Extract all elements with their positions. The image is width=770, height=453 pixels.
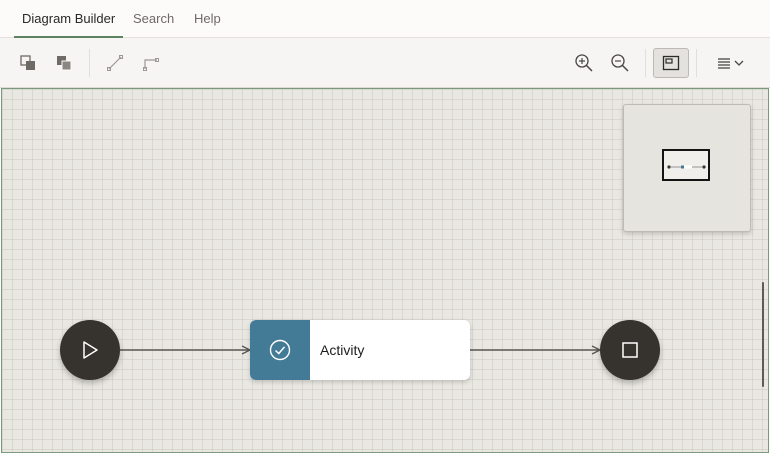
zoom-out-button[interactable] — [606, 49, 634, 77]
activity-node[interactable]: Activity — [250, 320, 470, 380]
arrange-back-icon — [20, 55, 35, 70]
toolbar-divider — [89, 49, 90, 77]
toolbar-divider — [696, 49, 697, 77]
overview-viewport[interactable] — [662, 149, 710, 181]
play-icon — [83, 341, 98, 359]
arrange-front-button[interactable] — [50, 49, 78, 77]
overview-toggle-button[interactable] — [653, 48, 689, 78]
zoom-out-icon — [611, 54, 629, 72]
toolbar — [0, 38, 770, 88]
arrange-front-icon — [57, 56, 72, 71]
activity-icon-box — [250, 320, 310, 380]
arrange-back-button[interactable] — [14, 49, 42, 77]
straight-connector-icon — [107, 55, 123, 71]
elbow-connector-button[interactable] — [137, 49, 165, 77]
diagram-canvas[interactable]: Activity — [1, 88, 769, 453]
tab-help[interactable]: Help — [194, 0, 221, 38]
straight-connector-button[interactable] — [101, 49, 129, 77]
tab-diagram-builder[interactable]: Diagram Builder — [14, 0, 124, 38]
tab-search[interactable]: Search — [133, 0, 174, 38]
end-node[interactable] — [600, 320, 660, 380]
menu-icon — [718, 58, 744, 69]
overview-diagram-thumbnail — [667, 165, 706, 169]
activity-label: Activity — [320, 342, 365, 358]
toolbar-divider — [645, 49, 646, 77]
start-node[interactable] — [60, 320, 120, 380]
zoom-in-icon — [575, 54, 593, 72]
canvas-scrollbar[interactable] — [762, 282, 764, 387]
overview-toggle-icon — [662, 55, 680, 71]
check-circle-icon — [269, 339, 291, 361]
layout-menu-button[interactable] — [714, 49, 748, 77]
stop-icon — [622, 342, 638, 358]
tab-bar: Diagram Builder Search Help — [0, 0, 770, 38]
diagram-builder-app: Diagram Builder Search Help Activity — [0, 0, 770, 453]
elbow-connector-icon — [143, 58, 159, 71]
overview-panel[interactable] — [623, 104, 751, 232]
zoom-in-button[interactable] — [570, 49, 598, 77]
